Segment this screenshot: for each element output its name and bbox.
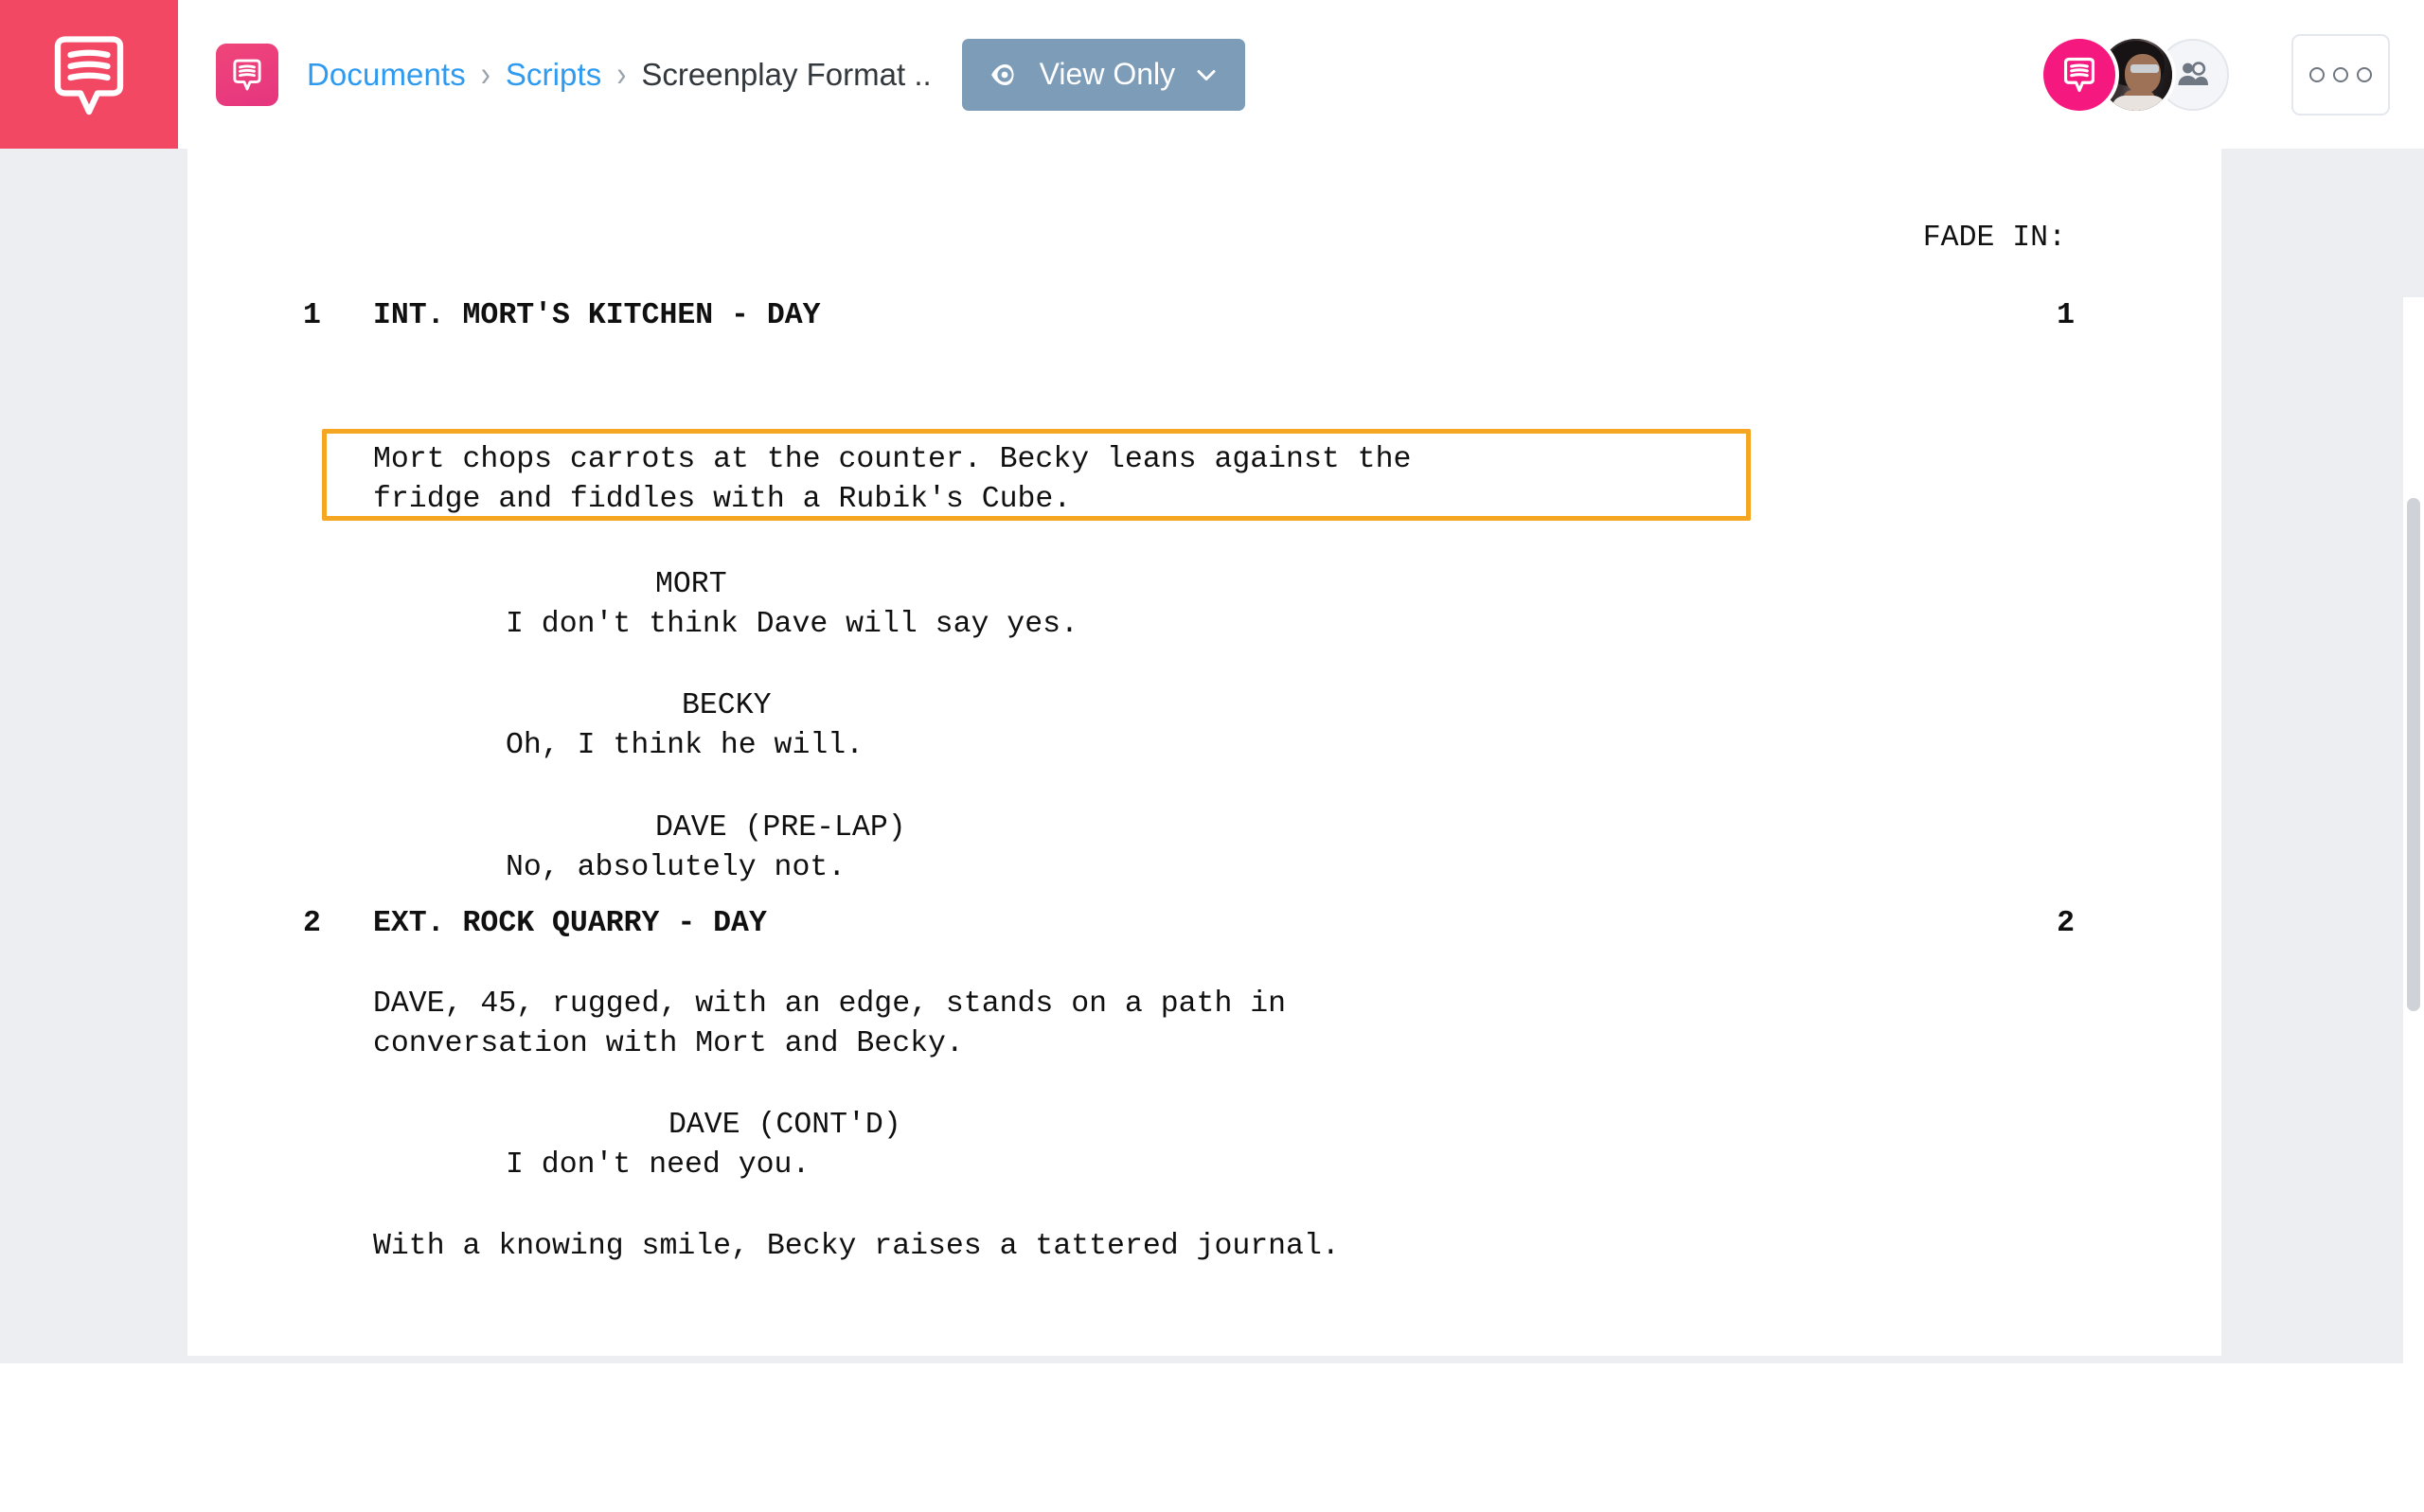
speech-bubble-lines-icon <box>44 29 134 120</box>
dialogue-line: No, absolutely not. <box>506 851 847 884</box>
scrollbar-thumb[interactable] <box>2407 498 2420 1011</box>
scene-number-right: 2 <box>2057 907 2075 940</box>
character-cue: BECKY <box>682 689 772 722</box>
add-people-icon <box>2174 56 2212 94</box>
dialogue-line: I don't think Dave will say yes. <box>506 608 1078 641</box>
three-dots-icon <box>2357 66 2372 82</box>
action-line: With a knowing smile, Becky raises a tat… <box>373 1230 1340 1263</box>
action-line: Mort chops carrots at the counter. Becky… <box>373 443 1412 476</box>
scene-number-left: 2 <box>303 907 321 940</box>
character-cue: DAVE (PRE-LAP) <box>655 811 906 845</box>
chevron-down-icon <box>1194 62 1219 87</box>
character-cue: DAVE (CONT'D) <box>668 1109 901 1142</box>
document-type-tile[interactable] <box>216 43 278 106</box>
breadcrumb-item-documents[interactable]: Documents <box>307 57 466 93</box>
dialogue-line: Oh, I think he will. <box>506 729 864 762</box>
scene-number-left: 1 <box>303 299 321 332</box>
screenplay-page[interactable]: FADE IN: 1 INT. MORT'S KITCHEN - DAY 1 M… <box>187 149 2221 1356</box>
header-bar: Documents › Scripts › Screenplay Format … <box>178 0 2424 149</box>
view-only-button[interactable]: View Only <box>961 38 1246 111</box>
dialogue-line: I don't need you. <box>506 1148 811 1182</box>
eye-icon <box>989 59 1021 91</box>
app-logo[interactable] <box>0 0 178 149</box>
chat-avatar[interactable] <box>2043 38 2115 111</box>
scene-heading: EXT. ROCK QUARRY - DAY <box>373 907 767 940</box>
transition-fade-in: FADE IN: <box>1922 222 2066 255</box>
action-line: conversation with Mort and Becky. <box>373 1027 964 1060</box>
character-cue: MORT <box>655 568 727 601</box>
breadcrumb-separator-icon: › <box>616 54 627 94</box>
top-bar: Documents › Scripts › Screenplay Format … <box>0 0 2424 149</box>
more-options-button[interactable] <box>2291 33 2390 116</box>
collaborator-avatars <box>2043 38 2229 111</box>
action-line: DAVE, 45, rugged, with an edge, stands o… <box>373 987 1287 1021</box>
breadcrumb: Documents › Scripts › Screenplay Format … <box>307 54 932 94</box>
action-line: fridge and fiddles with a Rubik's Cube. <box>373 483 1072 516</box>
document-workspace: FADE IN: 1 INT. MORT'S KITCHEN - DAY 1 M… <box>0 149 2424 1512</box>
scene-heading: INT. MORT'S KITCHEN - DAY <box>373 299 821 332</box>
speech-bubble-lines-icon <box>228 56 266 94</box>
three-dots-icon <box>2333 66 2348 82</box>
view-only-label: View Only <box>1039 57 1176 91</box>
breadcrumb-item-current: Screenplay Format .. <box>641 56 932 92</box>
breadcrumb-separator-icon: › <box>480 54 490 94</box>
speech-bubble-lines-icon <box>2059 54 2100 96</box>
breadcrumb-item-scripts[interactable]: Scripts <box>506 57 602 93</box>
vertical-scrollbar[interactable] <box>2403 297 2424 1512</box>
three-dots-icon <box>2309 66 2325 82</box>
scene-number-right: 1 <box>2057 299 2075 332</box>
